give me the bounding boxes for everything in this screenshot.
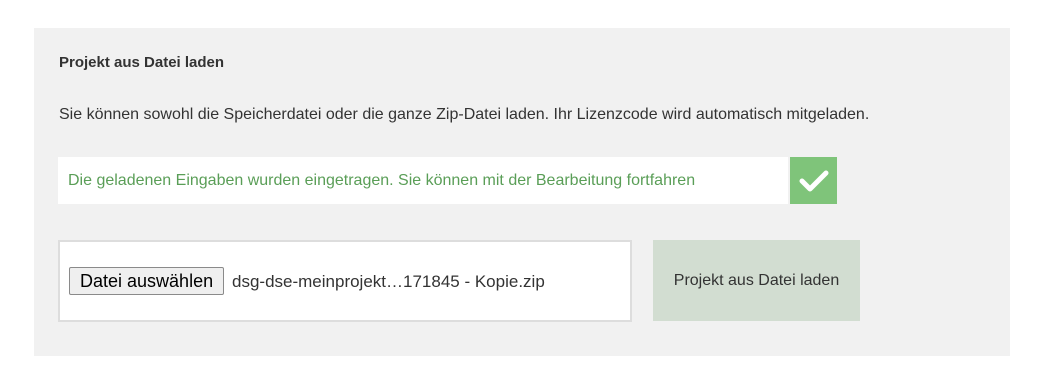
choose-file-button[interactable]: Datei auswählen (69, 267, 225, 295)
load-project-button[interactable]: Projekt aus Datei laden (653, 240, 860, 321)
checkmark-icon (790, 157, 837, 204)
load-project-panel: Projekt aus Datei laden Sie können sowoh… (34, 28, 1010, 356)
file-input[interactable]: Datei auswählen dsg-dse-meinprojekt…1718… (58, 240, 632, 322)
success-message: Die geladenen Eingaben wurden eingetrage… (68, 172, 696, 189)
panel-title: Projekt aus Datei laden (59, 54, 225, 71)
selected-file-name: dsg-dse-meinprojekt…171845 - Kopie.zip (232, 272, 545, 291)
panel-description: Sie können sowohl die Speicherdatei oder… (59, 106, 870, 123)
success-message-box: Die geladenen Eingaben wurden eingetrage… (58, 157, 788, 204)
checkmark-icon-glyph (799, 170, 828, 191)
